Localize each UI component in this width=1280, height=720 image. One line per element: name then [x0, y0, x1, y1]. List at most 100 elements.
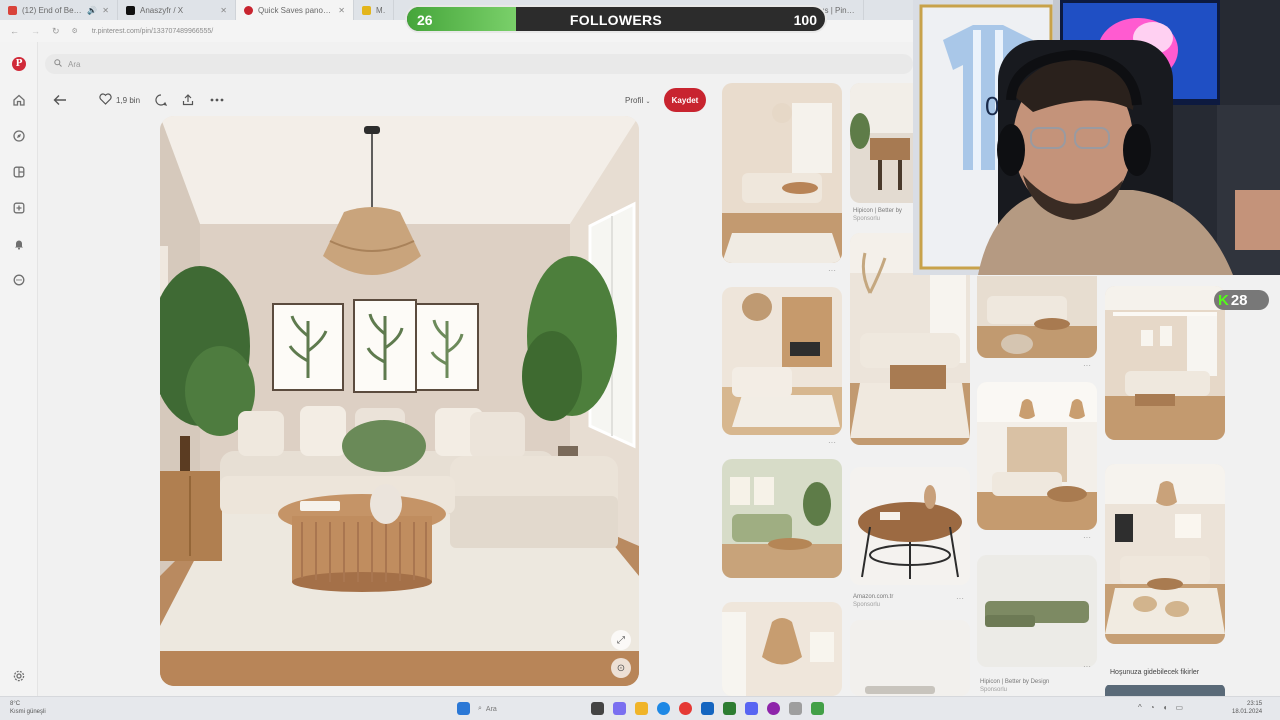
home-icon[interactable] — [11, 92, 27, 108]
weather-widget[interactable]: 8°C Kısmi güneşli — [10, 700, 46, 716]
close-icon[interactable]: ✕ — [220, 6, 227, 15]
card-caption: Hipicon | Better by Design Sponsorlu — [980, 678, 1049, 694]
excel-icon[interactable] — [723, 702, 736, 715]
more-icon[interactable]: ··· — [828, 266, 836, 275]
file-explorer-icon[interactable] — [635, 702, 648, 715]
app-icon[interactable] — [701, 702, 714, 715]
browser-tab-x[interactable]: Anaszyfr / X ✕ — [118, 0, 236, 20]
app-icon[interactable] — [811, 702, 824, 715]
pin-thumbnail — [1105, 685, 1225, 696]
related-pin[interactable] — [850, 620, 970, 696]
goal-target: 100 — [793, 12, 817, 28]
clock-time: 23:15 — [1247, 701, 1263, 707]
board-icon[interactable] — [11, 164, 27, 180]
pinterest-sidebar: P — [0, 42, 38, 696]
more-icon[interactable]: ··· — [956, 594, 964, 603]
clock-date: 18.01.2024 — [1232, 709, 1263, 715]
browser-tab-ma[interactable]: Ma — [354, 0, 394, 20]
related-pin[interactable] — [1105, 286, 1225, 440]
related-pin[interactable] — [722, 287, 842, 435]
pin-thumbnail — [977, 555, 1097, 667]
comment-icon[interactable] — [155, 94, 167, 106]
search-input[interactable]: Ara — [68, 60, 80, 69]
lens-icon[interactable]: ⊙ — [611, 658, 631, 678]
related-pin[interactable] — [722, 83, 842, 263]
battery-icon[interactable]: ▭ — [1175, 703, 1183, 712]
network-icon[interactable]: ◔ — [1150, 703, 1155, 712]
tab-label: Anaszyfr / X — [140, 5, 184, 15]
settings-icon[interactable] — [789, 702, 802, 715]
site-info-icon[interactable]: ⚙ — [72, 27, 78, 35]
share-icon[interactable] — [182, 94, 194, 106]
svg-text:0: 0 — [985, 91, 999, 121]
pin-thumbnail — [977, 382, 1097, 530]
save-button[interactable]: Kaydet — [664, 88, 706, 112]
reload-icon[interactable]: ↻ — [52, 26, 60, 37]
related-pin[interactable] — [977, 555, 1097, 667]
site-icon — [362, 5, 371, 15]
taskbar-clock[interactable]: 23:15 18.01.2024 — [1232, 700, 1262, 716]
opera-icon[interactable] — [679, 702, 692, 715]
browser-tab-pinterest[interactable]: Quick Saves panosundaki Pin ✕ — [236, 0, 354, 20]
bell-icon[interactable] — [11, 236, 27, 252]
tab-label: Ma — [376, 5, 385, 15]
related-pin[interactable] — [1105, 684, 1225, 696]
pinterest-logo-icon[interactable]: P — [12, 57, 26, 71]
card-title: Amazon.com.tr — [853, 594, 894, 600]
pin-thumbnail — [1105, 286, 1225, 440]
pinterest-icon — [244, 5, 253, 15]
related-pin[interactable] — [722, 459, 842, 578]
goal-title: FOLLOWERS — [569, 12, 663, 28]
webcam-overlay: 0 — [913, 0, 1280, 275]
like-button[interactable]: 1,9 bin — [99, 92, 141, 108]
related-pin[interactable] — [850, 467, 970, 585]
close-icon[interactable]: ✕ — [338, 6, 345, 15]
heart-icon — [99, 92, 112, 108]
tab-label: (12) End of Beginning - Yo — [22, 5, 82, 15]
edge-icon[interactable] — [657, 702, 670, 715]
back-arrow-icon[interactable]: ← — [10, 26, 19, 36]
windows-start-icon[interactable] — [457, 702, 470, 715]
related-pin[interactable] — [977, 382, 1097, 530]
search-icon — [54, 59, 62, 69]
close-icon[interactable]: ✕ — [102, 6, 109, 15]
back-arrow-icon[interactable] — [53, 94, 67, 106]
settings-icon[interactable] — [11, 668, 27, 684]
pin-main-image[interactable]: ⤢ ⊙ — [160, 116, 639, 686]
taskbar-search-label: Ara — [485, 705, 497, 713]
compass-icon[interactable] — [11, 128, 27, 144]
app-icon[interactable] — [767, 702, 780, 715]
app-icon[interactable] — [613, 702, 626, 715]
url-field[interactable]: tr.pinterest.com/pin/133707489966555/ — [92, 28, 213, 35]
section-title: Hoşunuza gidebilecek fikirler — [1110, 669, 1200, 676]
more-icon[interactable]: ··· — [1083, 662, 1091, 671]
more-icon[interactable]: ··· — [1083, 361, 1091, 370]
taskbar-search[interactable]: ⌕ Ara — [478, 702, 578, 716]
more-icon[interactable]: ··· — [1083, 533, 1091, 542]
speaker-icon: 🔊 — [87, 5, 98, 15]
pin-toolbar: 1,9 bin Profil ⌄ Kaydet — [45, 88, 710, 112]
more-icon[interactable]: ··· — [828, 438, 836, 447]
more-icon[interactable] — [210, 98, 224, 102]
related-pin[interactable] — [850, 83, 914, 203]
related-pin[interactable] — [977, 276, 1097, 358]
plus-icon[interactable] — [11, 200, 27, 216]
forward-arrow-icon[interactable]: → — [31, 26, 40, 36]
volume-icon[interactable]: ◖ — [1163, 703, 1168, 712]
like-count: 1,9 bin — [116, 95, 141, 105]
browser-tab-youtube[interactable]: (12) End of Beginning - Yo 🔊 ✕ — [0, 0, 118, 20]
discord-icon[interactable] — [745, 702, 758, 715]
related-pin[interactable] — [1105, 464, 1225, 644]
task-view-icon[interactable] — [591, 702, 604, 715]
profile-select[interactable]: Profil ⌄ — [625, 96, 651, 105]
expand-icon[interactable]: ⤢ — [611, 630, 631, 650]
pin-thumbnail — [722, 602, 842, 696]
weather-temp: 8°C — [10, 701, 21, 707]
related-pin[interactable] — [722, 602, 842, 696]
youtube-icon — [8, 5, 17, 15]
search-bar[interactable]: Ara — [45, 54, 913, 74]
message-icon[interactable] — [11, 272, 27, 288]
kick-logo-icon: K — [1218, 291, 1229, 309]
pin-thumbnail — [722, 287, 842, 435]
chevron-up-icon[interactable]: ^ — [1138, 703, 1142, 712]
